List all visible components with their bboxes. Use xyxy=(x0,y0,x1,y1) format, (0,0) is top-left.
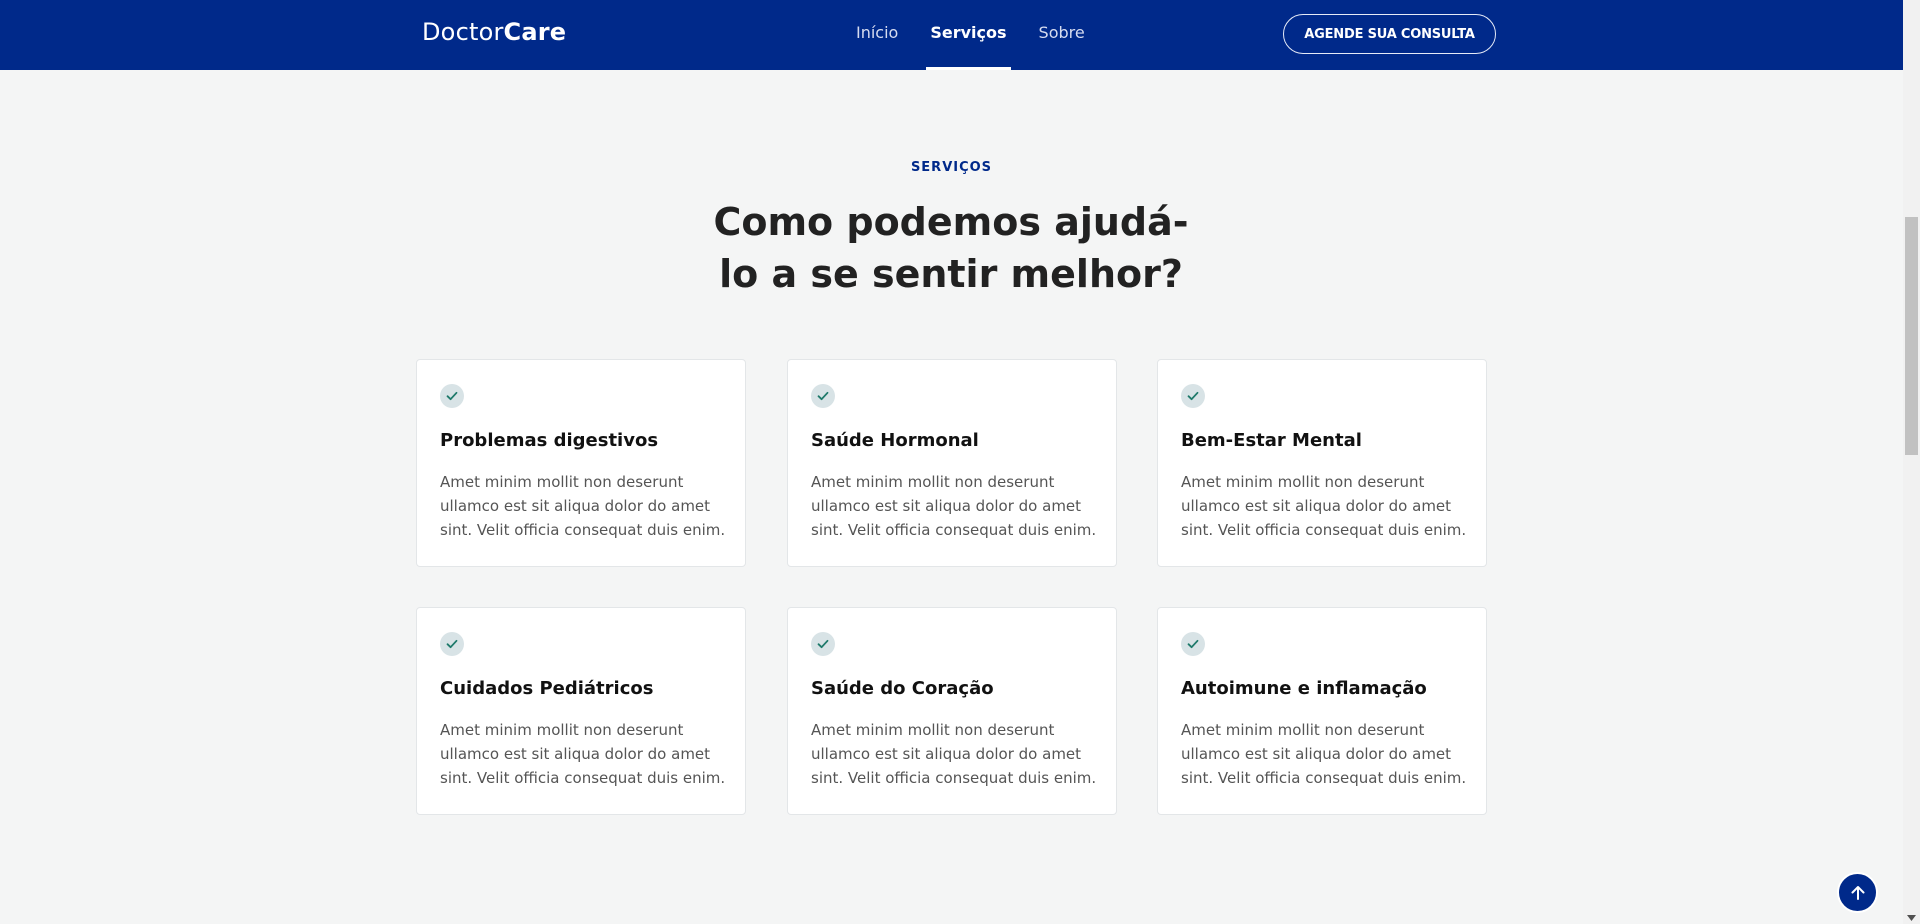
check-icon xyxy=(1181,384,1205,408)
logo[interactable]: DoctorCare xyxy=(422,18,566,46)
check-icon xyxy=(811,384,835,408)
service-card-text: Amet minim mollit non deserunt ullamco e… xyxy=(440,473,726,539)
schedule-appointment-button[interactable]: AGENDE SUA CONSULTA xyxy=(1283,14,1496,54)
nav-link-sobre[interactable]: Sobre xyxy=(1035,0,1089,70)
section-heading-line1: Como podemos ajudá- xyxy=(713,200,1189,244)
service-card: Saúde Hormonal Amet minim mollit non des… xyxy=(787,359,1117,567)
service-card: Autoimune e inflamação Amet minim mollit… xyxy=(1157,607,1487,815)
nav-link-servicos[interactable]: Serviços xyxy=(926,0,1011,70)
vertical-scrollbar[interactable] xyxy=(1903,0,1920,924)
service-card-text: Amet minim mollit non deserunt ullamco e… xyxy=(440,721,726,787)
service-card-text: Amet minim mollit non deserunt ullamco e… xyxy=(1181,721,1467,787)
section-eyebrow: SERVIÇOS xyxy=(910,160,993,175)
service-card-title: Cuidados Pediátricos xyxy=(440,678,654,699)
nav-link-inicio[interactable]: Início xyxy=(852,0,902,70)
section-heading: Como podemos ajudá- lo a se sentir melho… xyxy=(701,196,1201,300)
logo-light: Doctor xyxy=(422,18,504,46)
service-card: Problemas digestivos Amet minim mollit n… xyxy=(416,359,746,567)
scroll-down-arrow-icon[interactable] xyxy=(1907,915,1916,921)
service-card: Cuidados Pediátricos Amet minim mollit n… xyxy=(416,607,746,815)
check-icon xyxy=(440,384,464,408)
service-card: Saúde do Coração Amet minim mollit non d… xyxy=(787,607,1117,815)
service-card-title: Saúde Hormonal xyxy=(811,430,979,451)
service-card-text: Amet minim mollit non deserunt ullamco e… xyxy=(811,473,1097,539)
page: DoctorCare Início Serviços Sobre AGENDE … xyxy=(0,0,1903,924)
service-card-text: Amet minim mollit non deserunt ullamco e… xyxy=(1181,473,1467,539)
scrollbar-thumb[interactable] xyxy=(1905,217,1918,455)
check-icon xyxy=(1181,632,1205,656)
navbar: DoctorCare Início Serviços Sobre AGENDE … xyxy=(0,0,1903,70)
service-card: Bem-Estar Mental Amet minim mollit non d… xyxy=(1157,359,1487,567)
back-to-top-button[interactable] xyxy=(1837,872,1878,913)
service-card-text: Amet minim mollit non deserunt ullamco e… xyxy=(811,721,1097,787)
service-card-title: Autoimune e inflamação xyxy=(1181,678,1427,699)
service-card-title: Saúde do Coração xyxy=(811,678,994,699)
service-card-title: Problemas digestivos xyxy=(440,430,659,451)
check-icon xyxy=(440,632,464,656)
service-card-title: Bem-Estar Mental xyxy=(1181,430,1362,451)
main-nav: Início Serviços Sobre xyxy=(852,0,1113,70)
check-icon xyxy=(811,632,835,656)
arrow-up-icon xyxy=(1851,885,1864,900)
logo-bold: Care xyxy=(503,18,567,46)
section-heading-line2: lo a se sentir melhor? xyxy=(719,252,1183,296)
